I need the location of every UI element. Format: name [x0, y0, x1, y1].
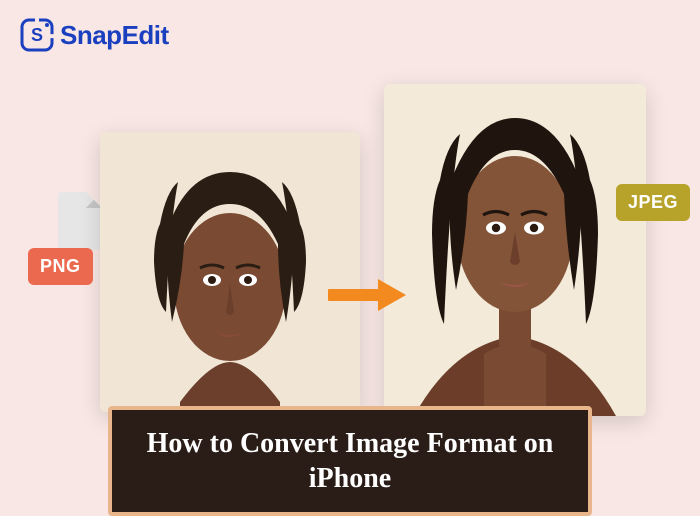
- source-image: [100, 132, 360, 412]
- target-image: [384, 84, 646, 416]
- snapedit-logo-icon: S: [20, 18, 54, 52]
- arrow-right-icon: [328, 275, 412, 315]
- title-text: How to Convert Image Format on iPhone: [130, 426, 570, 496]
- svg-text:S: S: [31, 25, 43, 45]
- brand-logo: S SnapEdit: [20, 18, 169, 52]
- source-format-badge: PNG: [28, 248, 93, 285]
- hero-stage: PNG JPEG How to Convert Image Format on …: [0, 70, 700, 500]
- brand-name: SnapEdit: [60, 20, 169, 51]
- file-icon: [58, 192, 102, 250]
- target-format-badge: JPEG: [616, 184, 690, 221]
